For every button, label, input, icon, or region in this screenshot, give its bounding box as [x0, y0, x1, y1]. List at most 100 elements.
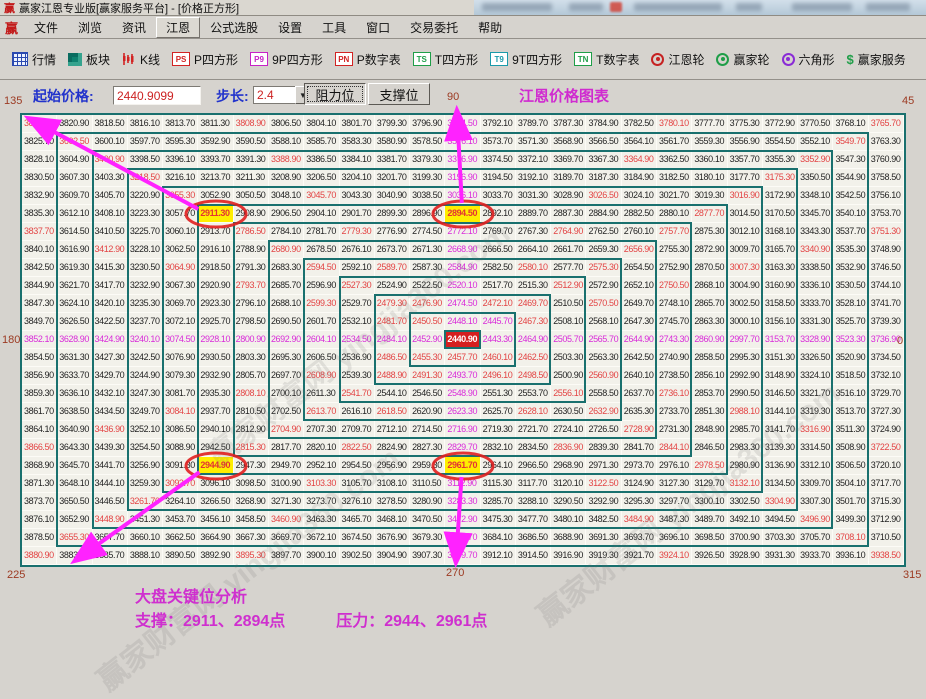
- grid-cell[interactable]: 3672.10: [304, 529, 339, 547]
- grid-cell[interactable]: 2644.90: [622, 331, 657, 349]
- grid-cell[interactable]: 3648.10: [57, 475, 92, 493]
- grid-cell[interactable]: 2652.10: [622, 277, 657, 295]
- grid-cell[interactable]: 3513.70: [833, 403, 868, 421]
- grid-cell[interactable]: 3192.10: [516, 169, 551, 187]
- grid-cell[interactable]: 3446.50: [93, 493, 128, 511]
- grid-cell[interactable]: 3268.90: [234, 493, 269, 511]
- grid-cell[interactable]: 2959.30: [410, 457, 445, 475]
- grid-cell[interactable]: 3703.30: [763, 529, 798, 547]
- grid-cell[interactable]: 3568.90: [551, 133, 586, 151]
- grid-cell[interactable]: 3451.30: [128, 511, 163, 529]
- grid-cell[interactable]: 3696.10: [657, 529, 692, 547]
- grid-cell[interactable]: 3542.50: [833, 187, 868, 205]
- grid-cell[interactable]: 3456.10: [198, 511, 233, 529]
- grid-cell[interactable]: 2808.10: [234, 385, 269, 403]
- grid-cell[interactable]: 3242.50: [128, 349, 163, 367]
- grid-cell[interactable]: 2805.70: [234, 367, 269, 385]
- grid-cell[interactable]: 2676.10: [340, 241, 375, 259]
- grid-cell[interactable]: 3105.70: [340, 475, 375, 493]
- grid-cell[interactable]: 2786.50: [234, 223, 269, 241]
- grid-cell[interactable]: 2690.50: [269, 313, 304, 331]
- grid-cell[interactable]: 2596.90: [304, 277, 339, 295]
- menu-item-window[interactable]: 窗口: [356, 17, 400, 38]
- grid-cell[interactable]: 3307.30: [798, 493, 833, 511]
- grid-cell[interactable]: 2611.30: [304, 385, 339, 403]
- grid-cell[interactable]: 3525.70: [833, 313, 868, 331]
- grid-cell[interactable]: 3573.70: [481, 133, 516, 151]
- grid-cell[interactable]: 3321.70: [798, 385, 833, 403]
- grid-cell[interactable]: 3756.10: [869, 187, 904, 205]
- grid-cell[interactable]: 3465.70: [340, 511, 375, 529]
- grid-cell[interactable]: 2474.50: [445, 295, 480, 313]
- grid-cell[interactable]: 2906.50: [269, 205, 304, 223]
- grid-cell[interactable]: 3775.30: [728, 115, 763, 133]
- grid-cell[interactable]: 2695.30: [269, 349, 304, 367]
- grid-cell[interactable]: 3441.70: [93, 457, 128, 475]
- grid-cell[interactable]: 3405.70: [93, 187, 128, 205]
- grid-cell[interactable]: 3189.70: [551, 169, 586, 187]
- grid-cell[interactable]: 2467.30: [516, 313, 551, 331]
- grid-cell[interactable]: 3691.30: [586, 529, 621, 547]
- grid-cell[interactable]: 3676.90: [375, 529, 410, 547]
- grid-cell[interactable]: 3314.50: [798, 439, 833, 457]
- grid-cell[interactable]: 2673.70: [375, 241, 410, 259]
- grid-cell[interactable]: 3777.70: [692, 115, 727, 133]
- grid-cell[interactable]: 3062.50: [163, 241, 198, 259]
- grid-cell[interactable]: 3684.10: [481, 529, 516, 547]
- grid-cell[interactable]: 3547.30: [833, 151, 868, 169]
- grid-cell[interactable]: 3408.10: [93, 205, 128, 223]
- grid-cell[interactable]: 3501.70: [833, 493, 868, 511]
- grid-cell[interactable]: 2604.10: [304, 331, 339, 349]
- grid-cell[interactable]: 3511.30: [833, 421, 868, 439]
- grid-cell[interactable]: 3580.90: [375, 133, 410, 151]
- grid-cell[interactable]: 2721.70: [516, 421, 551, 439]
- grid-cell[interactable]: 3480.10: [551, 511, 586, 529]
- grid-cell[interactable]: 3352.90: [798, 151, 833, 169]
- grid-cell[interactable]: 3604.90: [57, 151, 92, 169]
- grid-cell[interactable]: 3794.50: [445, 115, 480, 133]
- grid-cell[interactable]: 2875.30: [692, 223, 727, 241]
- grid-cell[interactable]: 2599.30: [304, 295, 339, 313]
- grid-cell[interactable]: 3818.50: [93, 115, 128, 133]
- grid-cell[interactable]: 3813.70: [163, 115, 198, 133]
- grid-cell[interactable]: 3108.10: [375, 475, 410, 493]
- grid-cell[interactable]: 3036.10: [445, 187, 480, 205]
- grid-cell[interactable]: 2971.30: [586, 457, 621, 475]
- grid-cell[interactable]: 3782.50: [622, 115, 657, 133]
- grid-cell[interactable]: 3895.30: [234, 547, 269, 565]
- grid-cell[interactable]: 3876.10: [22, 511, 57, 529]
- grid-cell[interactable]: 3693.70: [622, 529, 657, 547]
- grid-cell[interactable]: 2709.70: [340, 421, 375, 439]
- menu-item-file[interactable]: 文件: [24, 17, 68, 38]
- grid-cell[interactable]: 2788.90: [234, 241, 269, 259]
- grid-cell[interactable]: 3784.90: [586, 115, 621, 133]
- grid-cell[interactable]: 3400.90: [93, 151, 128, 169]
- grid-cell[interactable]: 3499.30: [833, 511, 868, 529]
- grid-cell[interactable]: 2772.10: [445, 223, 480, 241]
- grid-cell[interactable]: 3348.10: [798, 187, 833, 205]
- grid-cell[interactable]: 2491.30: [410, 367, 445, 385]
- grid-cell[interactable]: 3626.50: [57, 313, 92, 331]
- grid-cell[interactable]: 3840.10: [22, 241, 57, 259]
- grid-cell[interactable]: 2841.70: [622, 439, 657, 457]
- grid-cell[interactable]: 3324.10: [798, 367, 833, 385]
- grid-cell[interactable]: 2560.90: [586, 367, 621, 385]
- grid-cell[interactable]: 2882.50: [622, 205, 657, 223]
- grid-cell[interactable]: 2589.70: [375, 259, 410, 277]
- grid-cell[interactable]: 3012.10: [728, 223, 763, 241]
- grid-cell[interactable]: 3204.10: [340, 169, 375, 187]
- grid-cell[interactable]: 2455.30: [410, 349, 445, 367]
- grid-cell[interactable]: 3544.90: [833, 169, 868, 187]
- grid-cell[interactable]: 3564.10: [622, 133, 657, 151]
- grid-cell[interactable]: 3362.50: [657, 151, 692, 169]
- grid-cell[interactable]: 3602.50: [57, 133, 92, 151]
- grid-cell[interactable]: 3088.90: [163, 439, 198, 457]
- grid-cell[interactable]: 3453.70: [163, 511, 198, 529]
- grid-cell[interactable]: 3096.10: [198, 475, 233, 493]
- grid-cell[interactable]: 2920.90: [198, 277, 233, 295]
- grid-cell[interactable]: 2824.90: [375, 439, 410, 457]
- grid-cell[interactable]: 2524.90: [375, 277, 410, 295]
- grid-cell[interactable]: 3897.70: [269, 547, 304, 565]
- grid-cell[interactable]: 3129.70: [692, 475, 727, 493]
- grid-cell[interactable]: 2601.70: [304, 313, 339, 331]
